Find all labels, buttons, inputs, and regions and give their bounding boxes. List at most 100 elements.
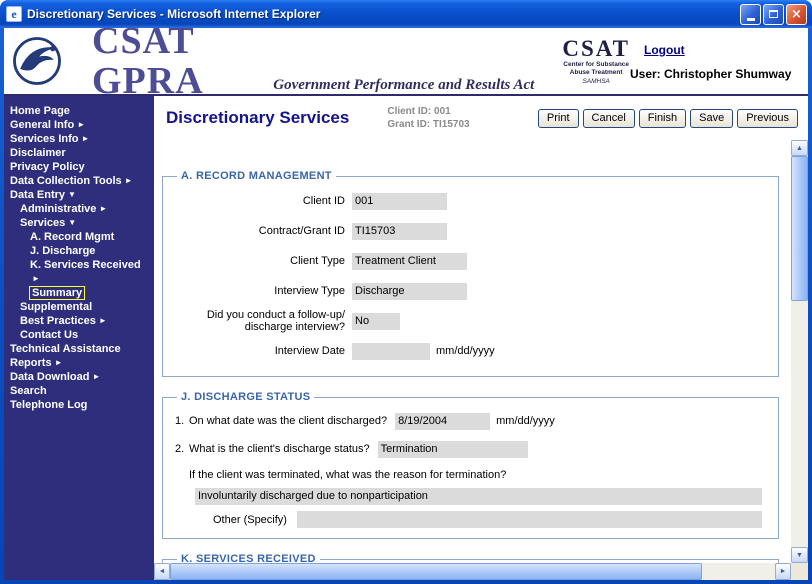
sidebar-item-k-services-received[interactable]: K. Services Received► bbox=[4, 258, 154, 286]
sidebar-item-technical-assistance[interactable]: Technical Assistance bbox=[4, 342, 154, 356]
form-scroll: A. RECORD MANAGEMENT Client ID001Contrac… bbox=[154, 140, 791, 563]
sidebar-item-services-info[interactable]: Services Info► bbox=[4, 132, 154, 146]
hhs-logo bbox=[10, 34, 64, 88]
section-legend: K. SERVICES RECEIVED bbox=[177, 553, 320, 563]
sidebar-item-label: Technical Assistance bbox=[10, 343, 121, 355]
logout-link[interactable]: Logout bbox=[644, 43, 685, 57]
sidebar-item-label: J. Discharge bbox=[30, 245, 95, 257]
vertical-scroll-track[interactable] bbox=[791, 156, 808, 547]
sidebar-item-j-discharge[interactable]: J. Discharge bbox=[4, 244, 154, 258]
form-row: Client ID001 bbox=[173, 186, 768, 216]
client-type-field: Treatment Client bbox=[352, 253, 467, 270]
finish-button[interactable]: Finish bbox=[639, 109, 686, 128]
submenu-arrow-icon: ► bbox=[99, 316, 107, 325]
other-specify-row: Other (Specify) bbox=[213, 511, 762, 528]
section-record-management: A. RECORD MANAGEMENT Client ID001Contrac… bbox=[162, 170, 779, 377]
termination-reason-field: Involuntarily discharged due to nonparti… bbox=[195, 488, 762, 505]
client-id-text: Client ID: 001 bbox=[387, 105, 469, 118]
close-button[interactable]: × bbox=[786, 4, 807, 25]
sidebar-item-supplemental[interactable]: Supplemental bbox=[4, 300, 154, 314]
sidebar-item-services[interactable]: Services▼ bbox=[4, 216, 154, 230]
window-title: Discretionary Services - Microsoft Inter… bbox=[27, 7, 740, 21]
question-number: 2. bbox=[175, 443, 189, 455]
interview-type-field: Discharge bbox=[352, 283, 467, 300]
sidebar-item-privacy-policy[interactable]: Privacy Policy bbox=[4, 160, 154, 174]
form-row: Contract/Grant IDTI15703 bbox=[173, 216, 768, 246]
form-row: Interview Type Discharge bbox=[173, 276, 768, 306]
csat-seal-line1: Center for Substance bbox=[562, 62, 630, 69]
field-label: Interview Type bbox=[173, 285, 345, 297]
section-legend: J. DISCHARGE STATUS bbox=[177, 391, 314, 403]
horizontal-scroll-track[interactable] bbox=[170, 563, 775, 580]
csat-seal-samhsa: SAMHSA bbox=[562, 79, 630, 86]
form-row: Interview Datemm/dd/yyyy bbox=[173, 336, 768, 366]
vertical-scrollbar[interactable]: ▲ ▼ bbox=[791, 140, 808, 563]
form-row: Did you conduct a follow-up/ discharge i… bbox=[173, 306, 768, 336]
sidebar-item-label: Services bbox=[20, 217, 65, 229]
vertical-scroll-thumb[interactable] bbox=[791, 156, 808, 301]
field-label: Client ID bbox=[173, 195, 345, 207]
scroll-up-button[interactable]: ▲ bbox=[791, 140, 808, 156]
minimize-button[interactable] bbox=[740, 4, 761, 25]
cancel-button[interactable]: Cancel bbox=[583, 109, 635, 128]
content-row: Home PageGeneral Info►Services Info►Disc… bbox=[4, 96, 808, 580]
scrollbar-corner bbox=[791, 563, 808, 580]
question-row: 1. On what date was the client discharge… bbox=[173, 407, 768, 435]
save-button[interactable]: Save bbox=[690, 109, 733, 128]
submenu-arrow-icon: ► bbox=[32, 272, 154, 286]
previous-button[interactable]: Previous bbox=[737, 109, 798, 128]
sidebar-item-administrative[interactable]: Administrative► bbox=[4, 202, 154, 216]
discharge-date-field: 8/19/2004 bbox=[395, 413, 490, 430]
scroll-left-button[interactable]: ◄ bbox=[154, 563, 170, 580]
sidebar-item-label: Reports bbox=[10, 357, 52, 369]
sidebar-item-disclaimer[interactable]: Disclaimer bbox=[4, 146, 154, 160]
scroll-down-button[interactable]: ▼ bbox=[791, 547, 808, 563]
main-panel: Discretionary Services Client ID: 001 Gr… bbox=[154, 96, 808, 580]
field-label: Interview Date bbox=[173, 345, 345, 357]
maximize-button[interactable] bbox=[763, 4, 784, 25]
sidebar-item-best-practices[interactable]: Best Practices► bbox=[4, 314, 154, 328]
horizontal-scrollbar[interactable]: ◄ ► bbox=[154, 563, 791, 580]
submenu-expanded-icon: ▼ bbox=[68, 190, 76, 199]
sidebar-item-search[interactable]: Search bbox=[4, 384, 154, 398]
scroll-right-button[interactable]: ► bbox=[775, 563, 791, 580]
sidebar-item-summary[interactable]: Summary bbox=[4, 286, 154, 300]
brand-tagline: Government Performance and Results Act bbox=[273, 77, 534, 94]
contract-grant-id-field: TI15703 bbox=[352, 223, 447, 240]
bottom-scroll-row: ◄ ► bbox=[154, 563, 808, 580]
other-specify-field bbox=[297, 511, 762, 528]
sidebar-item-label: Telephone Log bbox=[10, 399, 87, 411]
sidebar-item-label: Search bbox=[10, 385, 47, 397]
submenu-expanded-icon: ▼ bbox=[68, 218, 76, 227]
sidebar-item-label: Data Collection Tools bbox=[10, 175, 122, 187]
sidebar-item-label: Privacy Policy bbox=[10, 161, 85, 173]
window-controls: × bbox=[740, 4, 807, 25]
record-ids: Client ID: 001 Grant ID: TI15703 bbox=[387, 105, 469, 131]
sidebar-item-telephone-log[interactable]: Telephone Log bbox=[4, 398, 154, 412]
csat-seal-title: CSAT bbox=[562, 37, 630, 60]
submenu-arrow-icon: ► bbox=[99, 204, 107, 213]
submenu-arrow-icon: ► bbox=[125, 176, 133, 185]
did-you-conduct-a-follow-up-discharge-in-field: No bbox=[352, 313, 400, 330]
discharge-status-field: Termination bbox=[378, 441, 528, 458]
sidebar-item-label: K. Services Received bbox=[30, 259, 141, 271]
browser-window: e Discretionary Services - Microsoft Int… bbox=[0, 0, 812, 584]
horizontal-scroll-thumb[interactable] bbox=[170, 563, 702, 580]
sidebar-item-contact-us[interactable]: Contact Us bbox=[4, 328, 154, 342]
sidebar-item-data-download[interactable]: Data Download► bbox=[4, 370, 154, 384]
brand-title: CSAT GPRA bbox=[92, 21, 259, 101]
sidebar-item-label: Summary bbox=[30, 287, 84, 299]
sidebar-item-label: Disclaimer bbox=[10, 147, 66, 159]
sidebar-item-label: Supplemental bbox=[20, 301, 92, 313]
sidebar-item-a-record-mgmt[interactable]: A. Record Mgmt bbox=[4, 230, 154, 244]
csat-seal-line2: Abuse Treatment bbox=[562, 70, 630, 77]
sidebar-item-data-entry[interactable]: Data Entry▼ bbox=[4, 188, 154, 202]
sidebar-item-data-collection-tools[interactable]: Data Collection Tools► bbox=[4, 174, 154, 188]
sidebar-item-general-info[interactable]: General Info► bbox=[4, 118, 154, 132]
print-button[interactable]: Print bbox=[538, 109, 579, 128]
main-header: Discretionary Services Client ID: 001 Gr… bbox=[154, 96, 808, 140]
sidebar-item-label: Contact Us bbox=[20, 329, 78, 341]
submenu-arrow-icon: ► bbox=[77, 120, 85, 129]
sidebar-item-reports[interactable]: Reports► bbox=[4, 356, 154, 370]
sidebar-item-home-page[interactable]: Home Page bbox=[4, 104, 154, 118]
